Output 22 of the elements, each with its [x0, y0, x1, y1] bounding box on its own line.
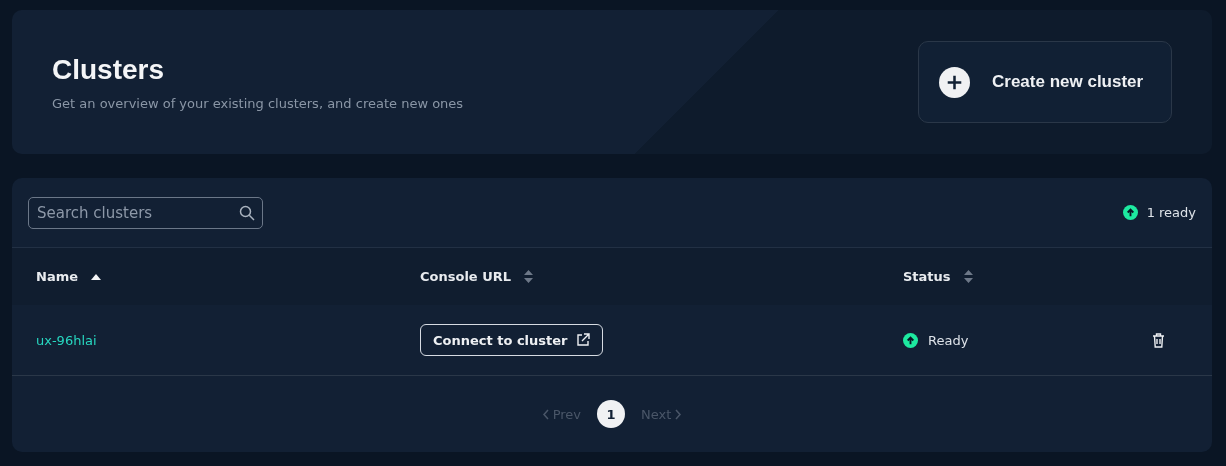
chevron-left-icon	[541, 408, 550, 420]
column-header[interactable]: Console URL	[420, 269, 512, 284]
plus-icon	[939, 66, 970, 98]
column-header[interactable]: Status	[903, 269, 951, 284]
connect-button[interactable]: Connect to cluster	[420, 324, 603, 356]
search-icon	[239, 204, 255, 221]
external-link-icon	[575, 333, 590, 347]
page-title: Clusters	[52, 53, 166, 86]
trash-icon	[1151, 332, 1165, 348]
sort-ascending-icon[interactable]	[90, 272, 102, 281]
page-number[interactable]: 1	[597, 400, 626, 428]
page-subtitle: Get an overview of your existing clusters, and create new ones	[52, 95, 464, 111]
sort-icon[interactable]	[962, 269, 974, 284]
search-field[interactable]: Search clusters	[28, 196, 263, 229]
ready-count: 1 ready	[1146, 205, 1196, 220]
delete-button[interactable]	[1151, 332, 1165, 348]
status-text: Ready	[928, 332, 969, 348]
chevron-right-icon	[674, 408, 683, 420]
cluster-name-link[interactable]: ux-96hlai	[36, 332, 420, 348]
sort-icon[interactable]	[523, 269, 535, 284]
create-cluster-button[interactable]: Create new cluster	[918, 41, 1172, 123]
column-header[interactable]: Name	[36, 269, 78, 284]
